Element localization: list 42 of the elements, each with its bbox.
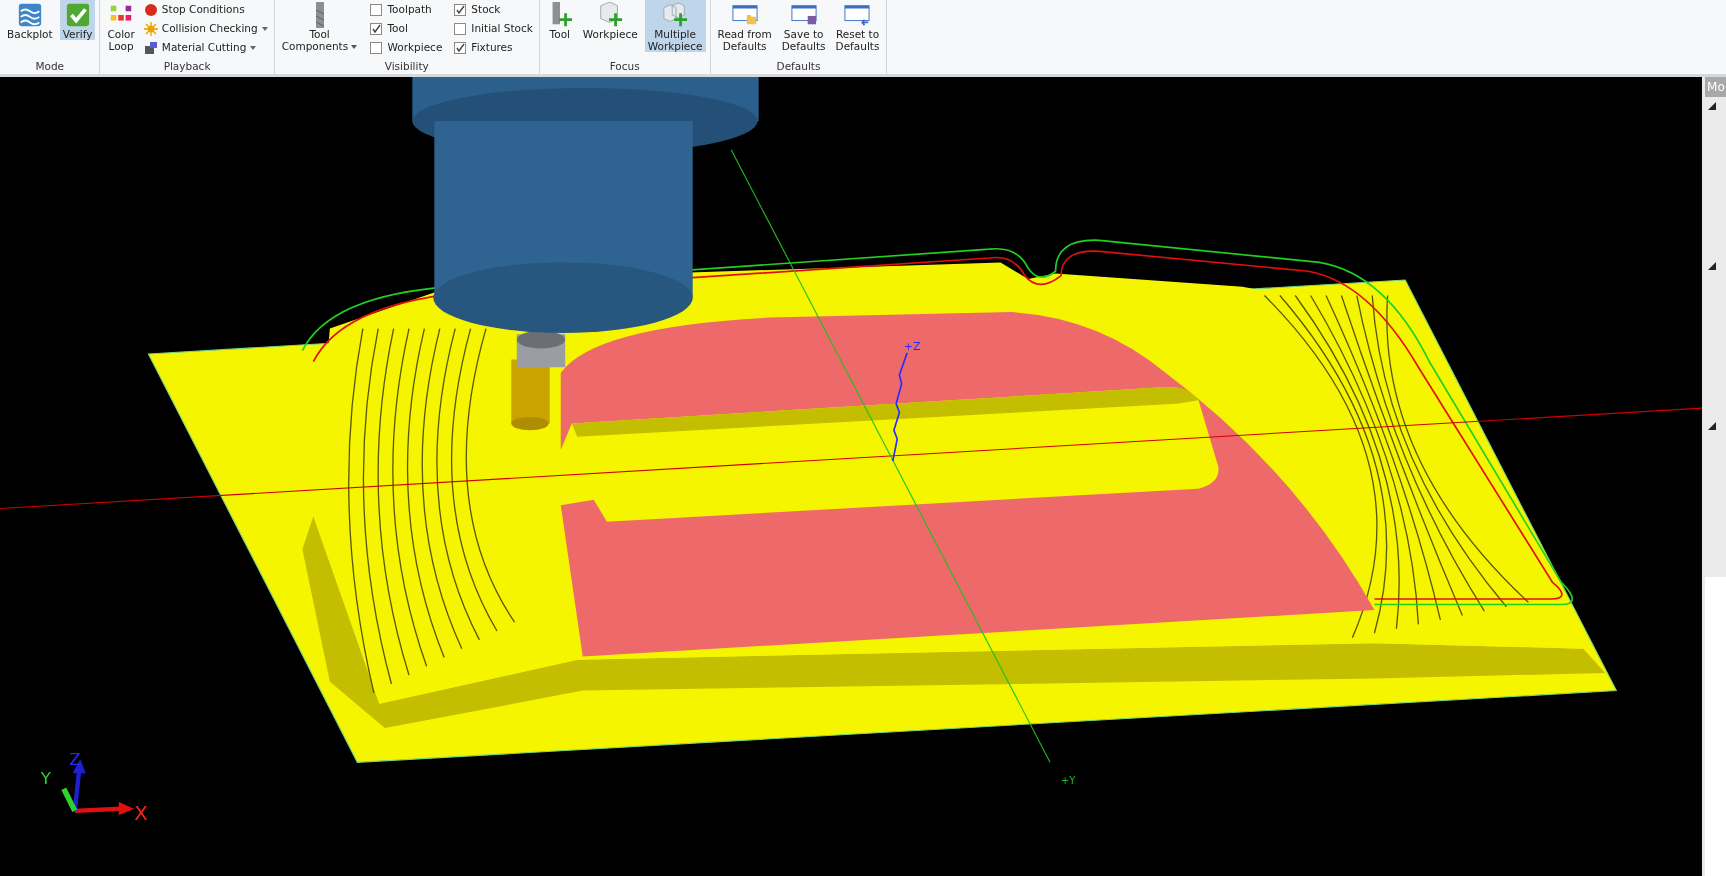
ribbon-button[interactable]: Tool <box>543 0 576 40</box>
checkmark-icon <box>455 5 465 14</box>
ribbon-button[interactable]: Save to Defaults <box>778 0 829 52</box>
axis-label: +Z <box>903 339 921 353</box>
ribbon-button[interactable]: Color Loop <box>104 0 138 52</box>
stop-icon <box>143 2 158 17</box>
block-icon <box>143 40 158 55</box>
ribbon-button[interactable]: Collision Checking <box>141 19 270 38</box>
blocks-target-icon <box>662 2 689 28</box>
burst-icon <box>143 21 158 36</box>
3d-viewport[interactable]: +Z +Y X Y Z <box>0 77 1703 876</box>
ribbon-button[interactable]: Material Cutting <box>141 38 270 57</box>
checkmark-icon <box>372 24 381 33</box>
ribbon-button[interactable]: Tool Components <box>278 0 361 52</box>
checkbox[interactable]: Workpiece <box>368 38 445 57</box>
ribbon-button[interactable]: Verify <box>59 0 96 40</box>
checkbox[interactable]: Initial Stock <box>452 19 535 38</box>
checkmark-icon <box>64 2 91 28</box>
axis-label: +Y <box>1061 775 1076 787</box>
block-target-icon <box>597 2 624 28</box>
group-label: Focus <box>608 59 641 74</box>
group-label: Playback <box>162 59 212 74</box>
checkbox[interactable]: Toolpath <box>368 0 445 19</box>
end-mill-icon <box>315 2 324 28</box>
ribbon-button[interactable]: Stop Conditions <box>141 0 270 19</box>
panel-header: Mo <box>1705 77 1726 97</box>
group-label: Defaults <box>775 59 822 74</box>
ribbon-button[interactable]: Read from Defaults <box>714 0 775 52</box>
checkbox[interactable]: Fixtures <box>452 38 535 57</box>
collapse-toggle-icon[interactable] <box>1708 262 1717 270</box>
checkbox[interactable]: Tool <box>368 19 445 38</box>
ribbon-button[interactable]: Workpiece <box>579 0 641 40</box>
checkmark-icon <box>455 43 465 52</box>
axis-triad: X Y Z <box>40 749 148 825</box>
collapse-toggle-icon[interactable] <box>1708 102 1717 110</box>
group-label: Visibility <box>383 59 430 74</box>
checkbox[interactable]: Stock <box>452 0 535 19</box>
collapse-toggle-icon[interactable] <box>1708 422 1717 430</box>
ribbon-button[interactable]: Reset to Defaults <box>832 0 883 52</box>
ribbon-button[interactable]: Backplot <box>4 0 56 40</box>
ribbon-button[interactable]: Multiple Workpiece <box>644 0 706 52</box>
group-label: Mode <box>34 59 65 74</box>
